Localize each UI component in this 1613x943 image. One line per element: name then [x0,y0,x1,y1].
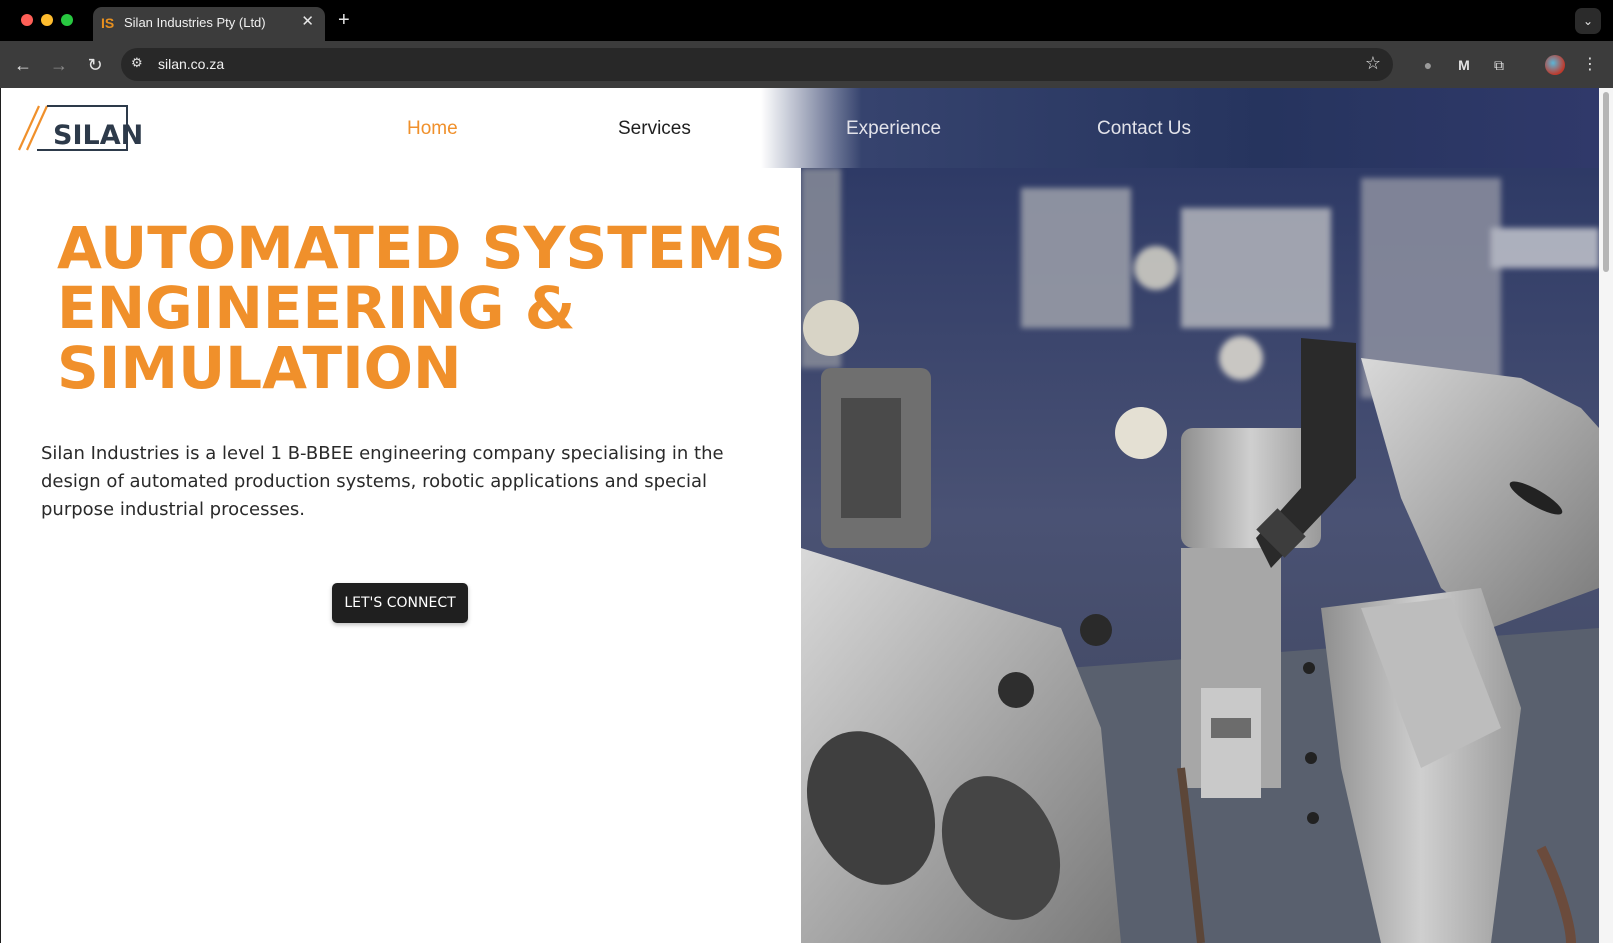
window-close-button[interactable] [21,14,33,26]
nav-services-link[interactable]: Services [618,118,691,140]
hero-machinery-image [801,168,1599,943]
page-viewport: SILAN Home Services Experience Contact U… [1,88,1599,943]
headline-line-3: SIMULATION [57,334,462,402]
lets-connect-button[interactable]: LET'S CONNECT [332,583,468,623]
window-minimize-button[interactable] [41,14,53,26]
favicon-icon: IS [101,15,115,31]
url-text[interactable]: silan.co.za [158,56,224,72]
reload-icon[interactable]: ↻ [81,51,109,79]
browser-window: IS Silan Industries Pty (Ltd) ✕ + ⌄ ← → … [0,0,1613,943]
hero-intro-text: Silan Industries is a level 1 B-BBEE eng… [41,443,724,520]
menu-icon[interactable]: ⋮ [1582,54,1598,76]
tab-close-icon[interactable]: ✕ [301,13,314,31]
active-tab[interactable]: IS Silan Industries Pty (Ltd) ✕ [93,7,325,41]
nav-experience-link[interactable]: Experience [846,118,941,140]
scrollbar-thumb[interactable] [1603,92,1609,272]
bookmark-star-icon[interactable]: ☆ [1365,53,1381,74]
headline-line-2: ENGINEERING & [57,274,576,342]
headline-line-1: AUTOMATED SYSTEMS [57,214,786,282]
new-tab-button[interactable]: + [338,8,350,32]
page-scrollbar[interactable] [1599,88,1613,943]
forward-icon[interactable]: → [45,51,73,79]
extension-icon[interactable]: M [1454,54,1474,76]
tab-search-button[interactable]: ⌄ [1575,8,1601,34]
nav-contact-link[interactable]: Contact Us [1097,118,1191,140]
extension-icon[interactable]: ● [1418,54,1438,76]
extensions-puzzle-icon[interactable]: ⧉ [1488,54,1510,76]
address-bar[interactable]: ⚙ silan.co.za ☆ [121,48,1393,81]
nav-home-link[interactable]: Home [407,118,458,140]
hero-headline: AUTOMATED SYSTEMS ENGINEERING & SIMULATI… [57,214,786,402]
tab-strip: IS Silan Industries Pty (Ltd) ✕ + ⌄ [0,0,1613,41]
browser-toolbar: ← → ↻ ⚙ silan.co.za ☆ ● M ⧉ ⋮ [0,41,1613,88]
tab-title: Silan Industries Pty (Ltd) [124,15,266,30]
site-info-icon[interactable]: ⚙ [131,55,143,71]
profile-avatar[interactable] [1545,55,1565,75]
silan-logo[interactable]: SILAN [17,102,143,152]
back-icon[interactable]: ← [9,51,37,79]
window-maximize-button[interactable] [61,14,73,26]
logo-text: SILAN [53,120,144,151]
